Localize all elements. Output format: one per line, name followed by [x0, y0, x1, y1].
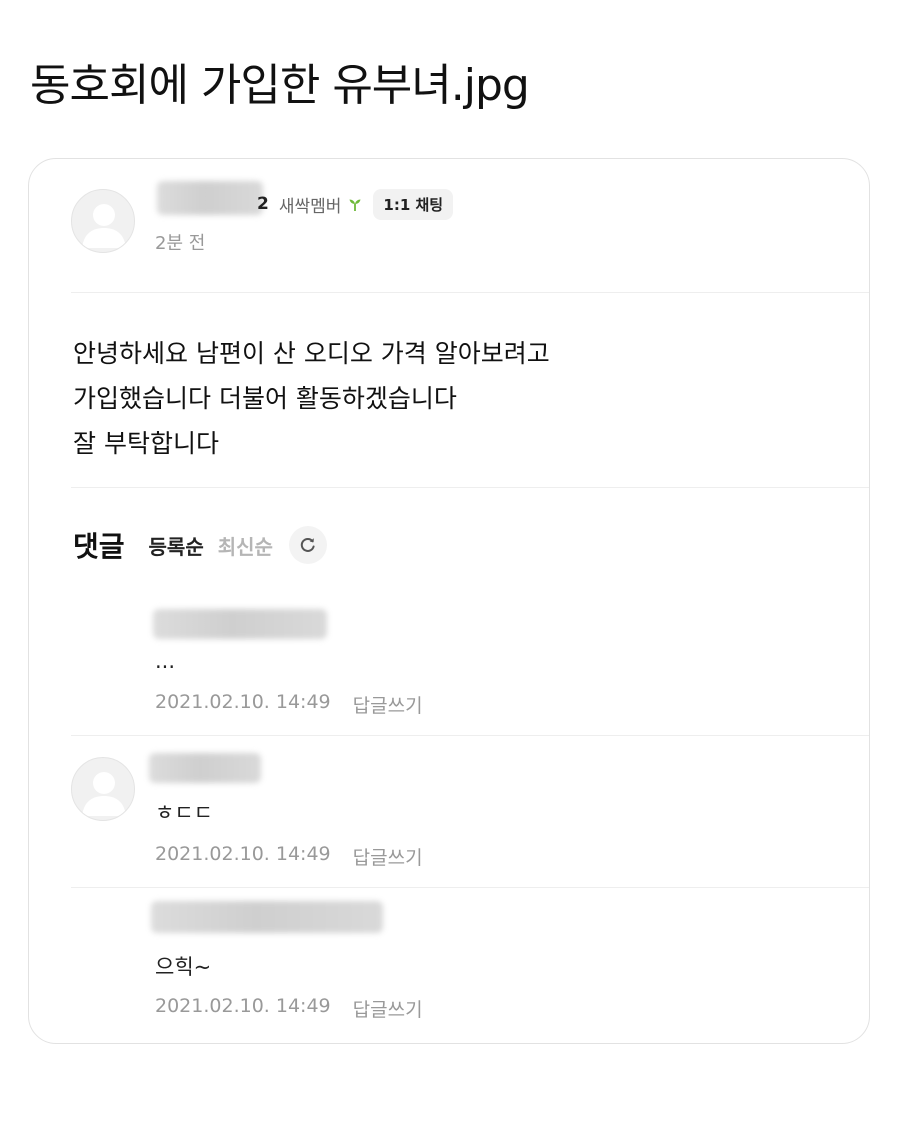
comment-meta: 2021.02.10. 14:49 답글쓰기	[155, 995, 423, 1022]
default-avatar-icon	[82, 772, 126, 816]
post-body-line: 잘 부탁합니다	[73, 429, 219, 458]
author-name[interactable]: 2	[257, 194, 269, 214]
sort-by-latest[interactable]: 최신순	[218, 531, 273, 560]
comments-header: 댓글 등록순 최신순	[73, 523, 327, 567]
author-avatar[interactable]	[71, 189, 135, 253]
member-grade-label: 새싹멤버	[278, 196, 342, 217]
divider	[71, 487, 869, 488]
comment-meta: 2021.02.10. 14:49 답글쓰기	[155, 843, 423, 870]
default-avatar-icon	[82, 204, 126, 248]
post-time: 2분 전	[155, 233, 206, 254]
commenter-name-blurred	[153, 609, 327, 639]
comment-text: ㅎㄷㄷ	[155, 801, 213, 825]
comment-date: 2021.02.10. 14:49	[155, 691, 331, 713]
divider	[71, 887, 869, 888]
reply-button[interactable]: 답글쓰기	[353, 843, 423, 870]
divider	[71, 735, 869, 736]
sprout-icon	[349, 199, 361, 211]
comment-text: ...	[155, 649, 176, 673]
comment-text: 으힉~	[155, 955, 212, 979]
divider	[71, 292, 869, 293]
post-body-line: 가입했습니다 더불어 활동하겠습니다	[73, 384, 457, 413]
comments-title: 댓글	[73, 530, 125, 563]
author-row: 2 새싹멤버 1:1 채팅	[157, 187, 454, 221]
sort-by-registration[interactable]: 등록순	[149, 531, 204, 560]
commenter-avatar[interactable]	[71, 757, 135, 821]
post-body-line: 안녕하세요 남편이 산 오디오 가격 알아보려고	[73, 339, 550, 368]
reply-button[interactable]: 답글쓰기	[353, 691, 423, 718]
comment-date: 2021.02.10. 14:49	[155, 843, 331, 865]
refresh-icon	[300, 537, 315, 552]
post-body: 안녕하세요 남편이 산 오디오 가격 알아보려고 가입했습니다 더불어 활동하겠…	[73, 331, 833, 466]
refresh-button[interactable]	[288, 526, 327, 564]
one-on-one-chat-button[interactable]: 1:1 채팅	[373, 188, 454, 220]
comment-date: 2021.02.10. 14:49	[155, 995, 331, 1017]
commenter-name-blurred	[151, 901, 383, 933]
page-title: 동호회에 가입한 유부녀.jpg	[30, 60, 530, 111]
commenter-name-blurred	[149, 753, 261, 783]
comment-meta: 2021.02.10. 14:49 답글쓰기	[155, 691, 423, 718]
post-card: 2 새싹멤버 1:1 채팅 2분 전 안녕하세요 남편이 산 오디오 가격 알아…	[28, 158, 870, 1044]
reply-button[interactable]: 답글쓰기	[353, 995, 423, 1022]
